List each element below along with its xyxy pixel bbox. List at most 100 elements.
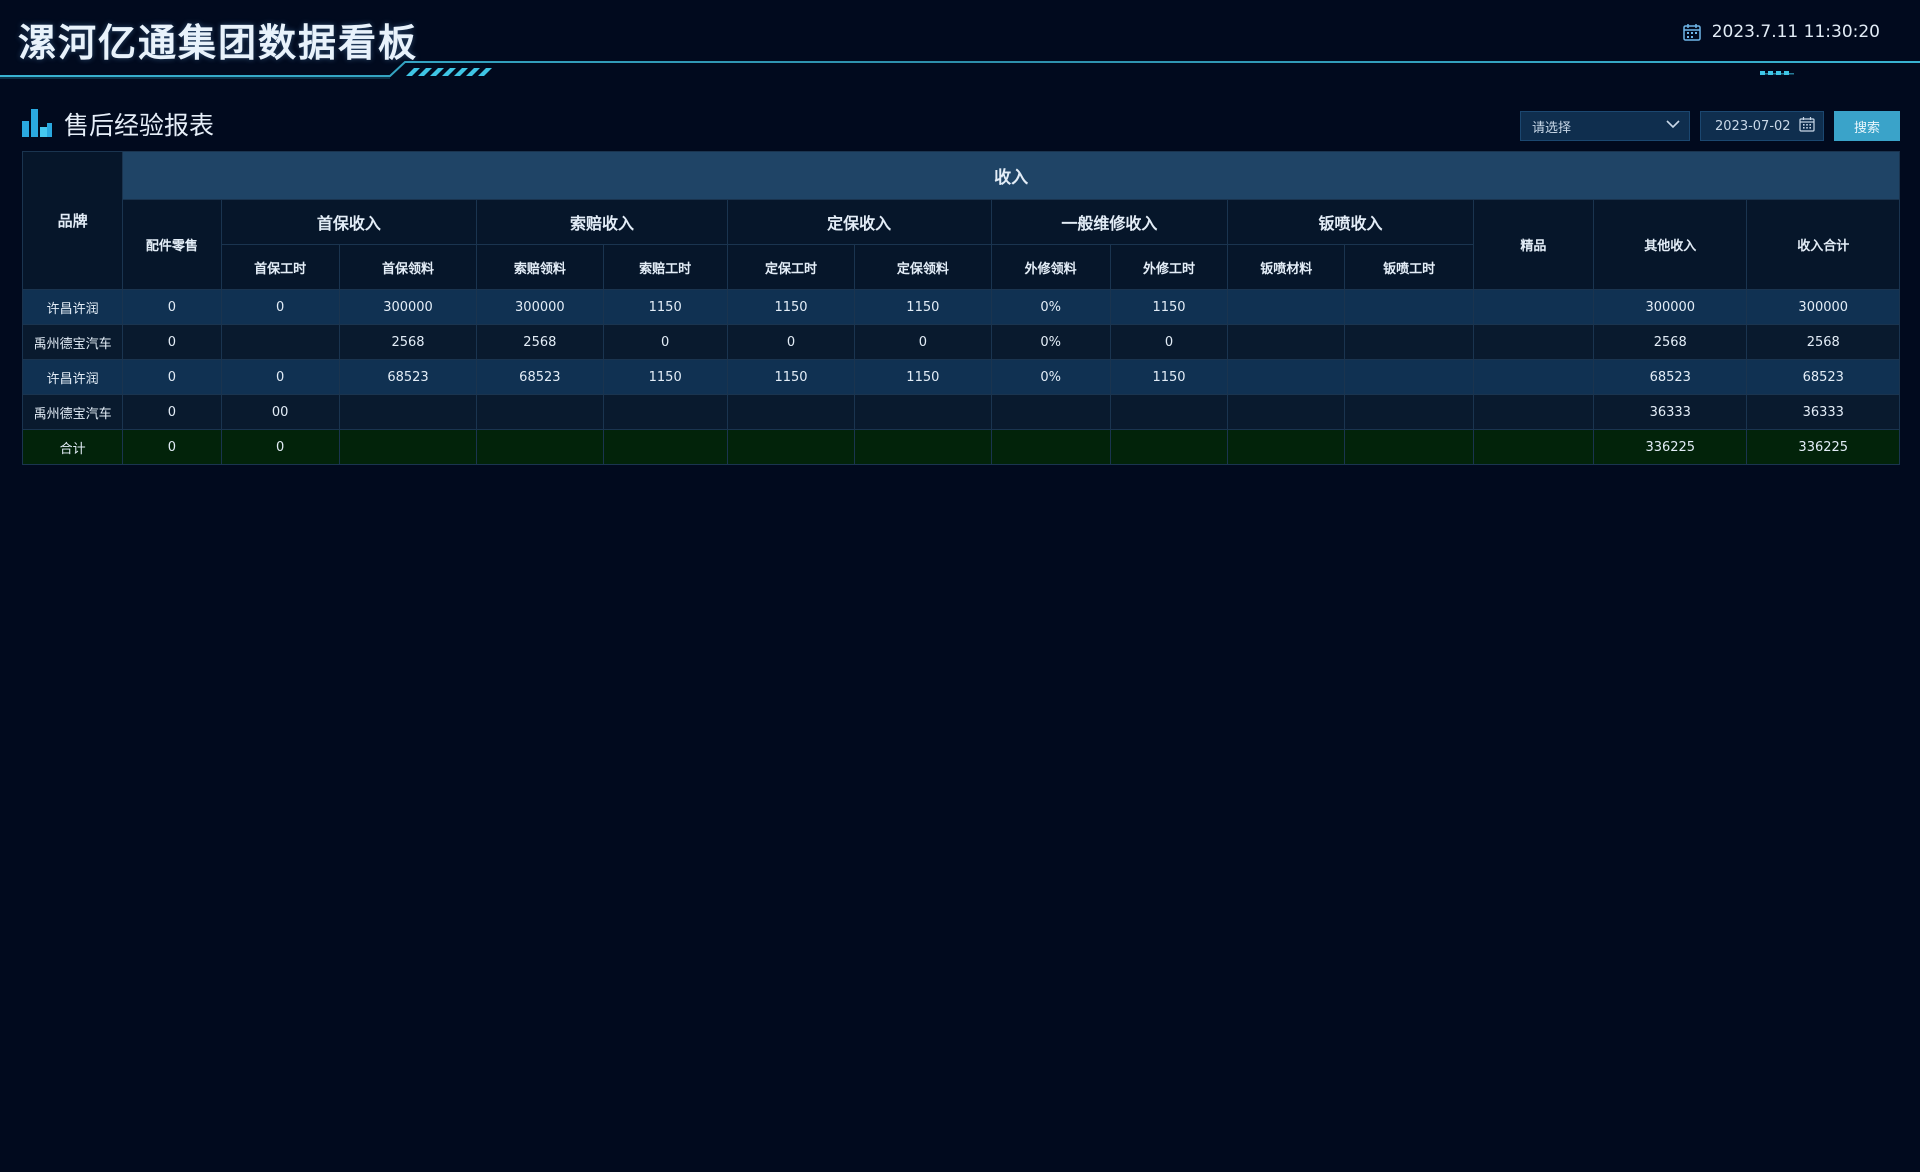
table-cell: 2568	[338, 324, 478, 360]
table-cell	[602, 429, 728, 465]
table-cell	[1344, 289, 1474, 325]
table-cell: 68523	[476, 359, 604, 395]
table-cell	[1109, 429, 1229, 465]
table-cell: 0	[726, 324, 856, 360]
table-cell	[1227, 359, 1346, 395]
header-total: 收入合计	[1746, 199, 1900, 290]
table-cell: 336225	[1746, 429, 1900, 465]
table-cell	[338, 394, 478, 430]
table-cell: 0	[122, 289, 222, 325]
table-cell	[1472, 289, 1595, 325]
table-cell: 0	[122, 324, 222, 360]
table-cell: 0	[122, 429, 222, 465]
date-picker[interactable]: 2023-07-02	[1700, 111, 1824, 141]
table-cell: 1150	[726, 289, 856, 325]
table-cell: 禹州德宝汽车	[21, 394, 124, 430]
table-cell: 许昌许润	[21, 289, 124, 325]
header-other: 其他收入	[1593, 199, 1748, 290]
subheader-out-labor: 外修工时	[1109, 244, 1229, 290]
table-cell: 0	[854, 324, 992, 360]
subheader-spray-material: 钣喷材料	[1227, 244, 1346, 290]
header-claim: 索赔收入	[476, 199, 728, 245]
table-cell	[1344, 359, 1474, 395]
table-cell: 1150	[854, 359, 992, 395]
dashboard-header: 漯河亿通集团数据看板 2023.7.11 11:30:20	[0, 0, 1920, 82]
table-cell: 0	[220, 429, 340, 465]
table-cell: 0	[602, 324, 728, 360]
table-cell	[1109, 394, 1229, 430]
table-cell: 0	[122, 359, 222, 395]
table-row: 许昌许润 0 0 300000 300000 1150 1150 1150 0%…	[21, 289, 1900, 325]
dashboard-title: 漯河亿通集团数据看板	[18, 20, 419, 65]
table-cell	[1472, 394, 1595, 430]
header-boutique: 精品	[1472, 199, 1595, 290]
table-cell	[726, 429, 856, 465]
subheader-claim-labor: 索赔工时	[602, 244, 728, 290]
table-cell	[602, 394, 728, 430]
table-cell: 1150	[1109, 359, 1229, 395]
table-cell	[726, 394, 856, 430]
table-cell: 0%	[990, 359, 1111, 395]
table-cell	[1227, 394, 1346, 430]
table-cell: 68523	[1746, 359, 1900, 395]
table-cell: 1150	[602, 359, 728, 395]
table-cell	[854, 429, 992, 465]
date-value: 2023-07-02	[1715, 118, 1791, 134]
table-cell	[476, 429, 604, 465]
table-cell	[1344, 324, 1474, 360]
header-first-guarantee: 首保收入	[220, 199, 478, 245]
table-cell	[990, 394, 1111, 430]
subheader-first-material: 首保领料	[338, 244, 478, 290]
table-cell: 1150	[726, 359, 856, 395]
table-cell: 1150	[602, 289, 728, 325]
table-cell: 2568	[1593, 324, 1748, 360]
table-cell	[1472, 359, 1595, 395]
chevron-down-icon	[1665, 116, 1681, 136]
table-cell: 0%	[990, 324, 1111, 360]
table-cell	[990, 429, 1111, 465]
datetime-display: 2023.7.11 11:30:20	[1682, 22, 1880, 42]
subheader-claim-material: 索赔领料	[476, 244, 604, 290]
bar-chart-icon	[22, 107, 52, 141]
subheader-regular-material: 定保领料	[854, 244, 992, 290]
table-cell: 300000	[1746, 289, 1900, 325]
table-cell	[476, 394, 604, 430]
table-cell: 0%	[990, 289, 1111, 325]
table-row: 禹州德宝汽车 0 00 36333 36333	[21, 394, 1900, 430]
table-cell	[854, 394, 992, 430]
table-cell: 1150	[854, 289, 992, 325]
table-cell: 2568	[1746, 324, 1900, 360]
table-cell	[220, 324, 340, 360]
table-cell	[1344, 394, 1474, 430]
table-cell: 00	[220, 394, 340, 430]
table-cell	[1344, 429, 1474, 465]
search-button[interactable]: 搜索	[1834, 111, 1900, 141]
select-placeholder: 请选择	[1532, 120, 1572, 136]
table-cell	[338, 429, 478, 465]
total-row: 合计 0 0 336225 336225	[21, 429, 1900, 465]
table-row: 禹州德宝汽车 0 2568 2568 0 0 0 0% 0 2568 2568	[21, 324, 1900, 360]
header-sheet-spray: 钣喷收入	[1227, 199, 1474, 245]
table-cell	[1227, 324, 1346, 360]
section-header: 售后经验报表	[22, 106, 214, 142]
table-cell: 68523	[1593, 359, 1748, 395]
table-cell: 0	[1109, 324, 1229, 360]
header-parts-retail: 配件零售	[122, 199, 222, 290]
subheader-regular-labor: 定保工时	[726, 244, 856, 290]
table-cell: 0	[220, 359, 340, 395]
header-income: 收入	[122, 151, 1900, 200]
report-body: 许昌许润 0 0 300000 300000 1150 1150 1150 0%…	[21, 289, 1900, 465]
table-cell: 36333	[1746, 394, 1900, 430]
table-cell: 2568	[476, 324, 604, 360]
report-table: 品牌 收入 配件零售 首保收入 索赔收入 定保收入 一般维修收入 钣喷收入 精品…	[21, 151, 1900, 465]
datetime-text: 2023.7.11 11:30:20	[1711, 22, 1880, 42]
table-cell	[1472, 429, 1595, 465]
subheader-out-material: 外修领料	[990, 244, 1111, 290]
header-general-repair: 一般维修收入	[990, 199, 1229, 245]
table-cell: 300000	[476, 289, 604, 325]
subheader-first-labor: 首保工时	[220, 244, 340, 290]
table-row: 许昌许润 0 0 68523 68523 1150 1150 1150 0% 1…	[21, 359, 1900, 395]
brand-select[interactable]: 请选择	[1520, 111, 1690, 141]
section-title: 售后经验报表	[64, 111, 215, 140]
table-cell: 合计	[21, 429, 124, 465]
